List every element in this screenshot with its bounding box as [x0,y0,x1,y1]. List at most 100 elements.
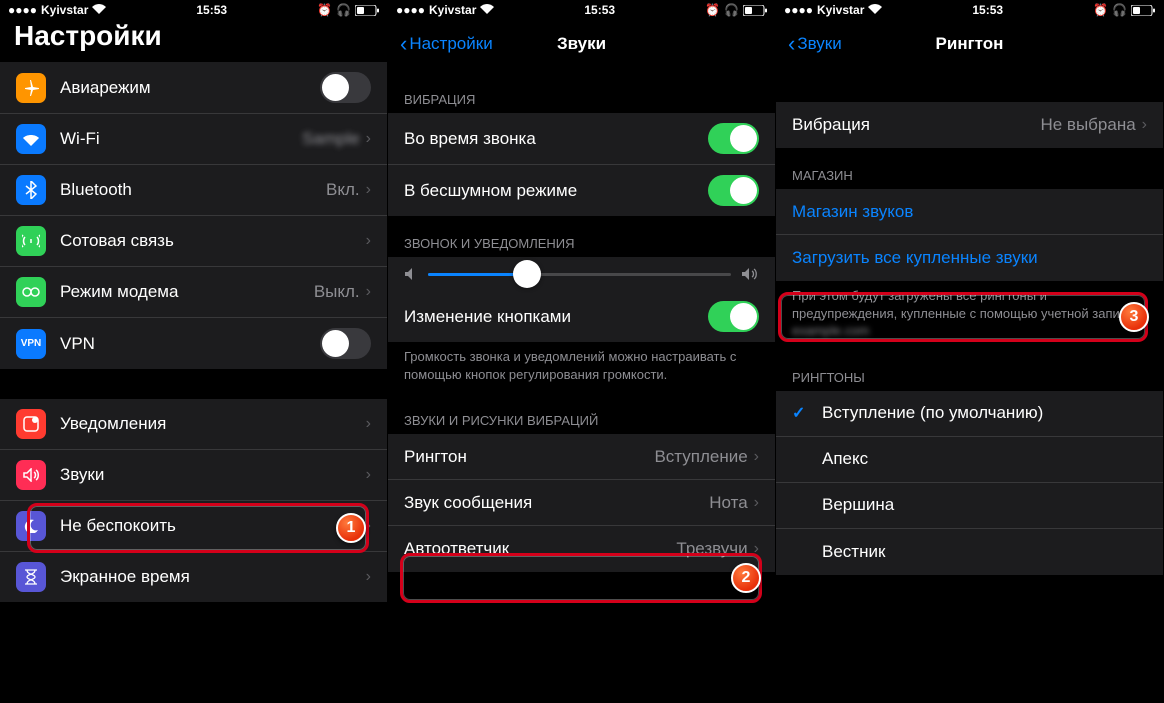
ringtone-item-label: Вестник [822,542,1147,562]
cell-hotspot[interactable]: Режим модема Выкл. › [0,267,387,318]
cell-screentime[interactable]: Экранное время › [0,552,387,602]
dnd-icon [16,511,46,541]
chevron-icon: › [754,540,759,558]
cell-dnd[interactable]: Не беспокоить › [0,501,387,552]
cell-vibration[interactable]: Вибрация Не выбрана › [776,102,1163,148]
cell-cellular[interactable]: Сотовая связь › [0,216,387,267]
hotspot-value: Выкл. [314,282,360,302]
cell-ringtone-item[interactable]: Апекс [776,437,1163,483]
cell-text-tone[interactable]: Звук сообщения Нота › [388,480,775,526]
carrier: Kyivstar [41,3,88,17]
airplane-toggle[interactable] [320,72,371,103]
vibration-header: ВИБРАЦИЯ [388,72,775,113]
page-title: Звуки [557,34,606,54]
screen-settings: ●●●● Kyivstar 15:53 ⏰🎧 Настройки Авиареж… [0,0,388,703]
volume-slider[interactable] [428,273,731,276]
back-label: Настройки [409,34,492,54]
cell-ringtone-default[interactable]: ✓ Вступление (по умолчанию) [776,391,1163,437]
ringtone-item-label: Вершина [822,495,1147,515]
vibration-value: Не выбрана [1040,115,1135,135]
vpn-icon: VPN [16,329,46,359]
vpn-label: VPN [60,334,320,354]
chevron-icon: › [1142,116,1147,134]
bluetooth-icon [16,175,46,205]
vibrate-silent-toggle[interactable] [708,175,759,206]
vibrate-ring-label: Во время звонка [404,129,708,149]
cell-voicemail[interactable]: Автоответчик Трезвучи › [388,526,775,572]
screentime-label: Экранное время [60,567,366,587]
cell-change-buttons[interactable]: Изменение кнопками [388,291,775,342]
cell-vpn[interactable]: VPN VPN [0,318,387,369]
cell-vibrate-silent[interactable]: В бесшумном режиме [388,165,775,216]
clock: 15:53 [196,3,227,17]
status-icons: ⏰🎧 [317,3,379,17]
speaker-high-icon [741,267,759,281]
bluetooth-label: Bluetooth [60,180,326,200]
vpn-toggle[interactable] [320,328,371,359]
cell-vibrate-ring[interactable]: Во время звонка [388,113,775,165]
settings-group-2: Уведомления › Звуки › Не беспокоить › Эк… [0,399,387,602]
ringtone-value: Вступление [654,447,747,467]
vibration-label: Вибрация [792,115,1040,135]
callout-1: 1 [336,513,366,543]
hotspot-label: Режим модема [60,282,314,302]
signal-icon: ●●●● [784,3,813,17]
cell-notifications[interactable]: Уведомления › [0,399,387,450]
status-bar: ●●●● Kyivstar 15:53 ⏰🎧 [388,0,775,20]
chevron-left-icon: ‹ [788,31,795,57]
page-title: Рингтон [936,34,1004,54]
page-title: Настройки [0,20,387,62]
cell-ringtone-item[interactable]: Вестник [776,529,1163,575]
screentime-icon [16,562,46,592]
patterns-header: ЗВУКИ И РИСУНКИ ВИБРАЦИЙ [388,393,775,434]
back-button[interactable]: ‹ Звуки [788,31,842,57]
vibrate-ring-toggle[interactable] [708,123,759,154]
chevron-icon: › [366,466,371,484]
ringtone-label: Рингтон [404,447,654,467]
chevron-icon: › [754,494,759,512]
carrier: Kyivstar [817,3,864,17]
store-footer: При этом будут загружены все рингтоны и … [776,281,1163,350]
sounds-label: Звуки [60,465,366,485]
chevron-icon: › [366,517,371,535]
chevron-icon: › [366,130,371,148]
wifi-icon [868,3,882,17]
chevron-icon: › [366,232,371,250]
notifications-label: Уведомления [60,414,366,434]
ringer-header: ЗВОНОК И УВЕДОМЛЕНИЯ [388,216,775,257]
speaker-low-icon [404,267,418,281]
cell-ringtone[interactable]: Рингтон Вступление › [388,434,775,480]
voicemail-value: Трезвучи [676,539,747,559]
signal-icon: ●●●● [396,3,425,17]
store-header: МАГАЗИН [776,148,1163,189]
cell-tone-store[interactable]: Магазин звуков [776,189,1163,235]
ringtone-item-label: Апекс [822,449,1147,469]
cell-airplane[interactable]: Авиарежим [0,62,387,114]
bluetooth-value: Вкл. [326,180,360,200]
chevron-left-icon: ‹ [400,31,407,57]
wifi-icon [16,124,46,154]
vibration-group: Во время звонка В бесшумном режиме [388,113,775,216]
nav-bar: ‹ Звуки Рингтон [776,20,1163,72]
chevron-icon: › [366,415,371,433]
vibration-group: Вибрация Не выбрана › [776,102,1163,148]
callout-3: 3 [1119,302,1149,332]
back-button[interactable]: ‹ Настройки [400,31,493,57]
clock: 15:53 [972,3,1003,17]
ringtones-group: ✓ Вступление (по умолчанию) Апекс Вершин… [776,391,1163,575]
text-tone-label: Звук сообщения [404,493,709,513]
cell-bluetooth[interactable]: Bluetooth Вкл. › [0,165,387,216]
wifi-icon [92,3,106,17]
cell-sounds[interactable]: Звуки › [0,450,387,501]
change-buttons-toggle[interactable] [708,301,759,332]
cell-wifi[interactable]: Wi-Fi Sample › [0,114,387,165]
cell-ringtone-item[interactable]: Вершина [776,483,1163,529]
cell-download-purchased[interactable]: Загрузить все купленные звуки [776,235,1163,281]
cellular-label: Сотовая связь [60,231,366,251]
airplane-icon [16,73,46,103]
wifi-label: Wi-Fi [60,129,302,149]
carrier: Kyivstar [429,3,476,17]
volume-slider-cell [388,257,775,291]
screen-sounds: ●●●● Kyivstar 15:53 ⏰🎧 ‹ Настройки Звуки… [388,0,776,703]
ringer-group: Изменение кнопками [388,257,775,342]
